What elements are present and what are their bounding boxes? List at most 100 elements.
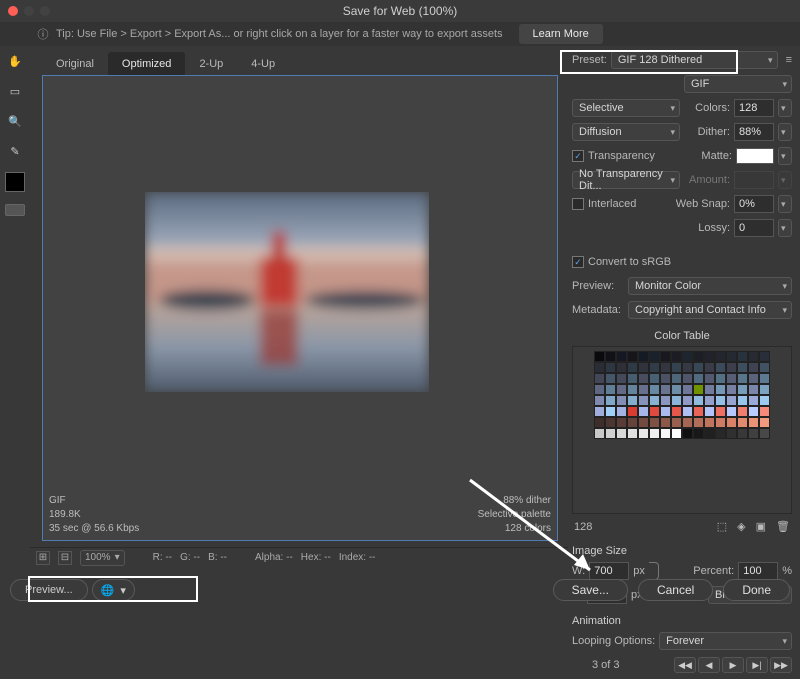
color-swatch[interactable] [638, 428, 649, 439]
color-swatch[interactable] [649, 406, 660, 417]
color-swatch[interactable] [759, 384, 770, 395]
color-swatch[interactable] [671, 428, 682, 439]
color-swatch[interactable] [704, 362, 715, 373]
color-swatch[interactable] [737, 373, 748, 384]
color-swatch[interactable] [594, 351, 605, 362]
tab-4up[interactable]: 4-Up [237, 52, 289, 76]
color-swatch[interactable] [726, 373, 737, 384]
color-swatch[interactable] [627, 373, 638, 384]
color-swatch[interactable] [693, 395, 704, 406]
color-swatch[interactable] [693, 417, 704, 428]
color-swatch[interactable] [627, 428, 638, 439]
color-swatch[interactable] [671, 362, 682, 373]
color-swatch[interactable] [748, 384, 759, 395]
color-swatch[interactable] [726, 351, 737, 362]
color-swatch[interactable] [638, 384, 649, 395]
cancel-button[interactable]: Cancel [638, 579, 713, 601]
color-swatch[interactable] [693, 384, 704, 395]
color-swatch[interactable] [737, 428, 748, 439]
color-swatch[interactable] [748, 362, 759, 373]
color-swatch[interactable] [649, 417, 660, 428]
ct-shift-icon[interactable]: ◈ [737, 520, 745, 533]
color-swatch[interactable] [649, 395, 660, 406]
color-swatch[interactable] [748, 428, 759, 439]
color-swatch[interactable] [748, 417, 759, 428]
color-swatch[interactable] [715, 373, 726, 384]
color-swatch[interactable] [737, 384, 748, 395]
color-swatch[interactable] [605, 351, 616, 362]
format-select[interactable]: GIF▾ [684, 75, 792, 93]
color-swatch[interactable] [715, 362, 726, 373]
color-swatch[interactable] [616, 417, 627, 428]
anim-play-button[interactable]: ▶ [722, 657, 744, 673]
color-swatch[interactable] [616, 395, 627, 406]
color-swatch[interactable] [759, 417, 770, 428]
color-swatch[interactable] [638, 351, 649, 362]
color-swatch[interactable] [715, 351, 726, 362]
anim-first-button[interactable]: ◀◀ [674, 657, 696, 673]
slice-visibility-toggle[interactable] [5, 204, 25, 216]
ct-trash-icon[interactable]: 🗑 [776, 520, 790, 533]
color-swatch[interactable] [627, 395, 638, 406]
color-swatch[interactable] [649, 362, 660, 373]
color-swatch[interactable] [704, 373, 715, 384]
color-swatch[interactable] [660, 395, 671, 406]
done-button[interactable]: Done [723, 579, 790, 601]
color-swatch[interactable] [649, 428, 660, 439]
tab-original[interactable]: Original [42, 52, 108, 76]
color-swatch[interactable] [682, 384, 693, 395]
color-swatch[interactable] [605, 406, 616, 417]
tab-optimized[interactable]: Optimized [108, 52, 186, 76]
color-swatch[interactable] [726, 395, 737, 406]
color-swatch[interactable] [693, 362, 704, 373]
flyout-menu-icon[interactable]: ≡ [786, 54, 792, 66]
color-swatch[interactable] [715, 395, 726, 406]
preview-profile-select[interactable]: Monitor Color▾ [628, 277, 792, 295]
zoom-tool-icon[interactable]: 🔍 [4, 110, 26, 132]
ct-map-icon[interactable]: ▣ [756, 520, 766, 533]
color-swatch[interactable] [704, 351, 715, 362]
tab-2up[interactable]: 2-Up [185, 52, 237, 76]
color-swatch[interactable] [704, 406, 715, 417]
hand-tool-icon[interactable]: ✋ [4, 50, 26, 72]
eyedropper-tool-icon[interactable]: ✎ [4, 140, 26, 162]
color-swatch[interactable] [594, 428, 605, 439]
color-swatch[interactable] [605, 362, 616, 373]
color-swatch[interactable] [726, 406, 737, 417]
color-swatch[interactable] [682, 362, 693, 373]
lossy-input[interactable]: 0 [734, 219, 774, 237]
color-swatch[interactable] [704, 428, 715, 439]
colors-input[interactable]: 128 [734, 99, 774, 117]
color-swatch[interactable] [605, 428, 616, 439]
color-swatch[interactable] [660, 384, 671, 395]
color-swatch[interactable] [726, 362, 737, 373]
color-swatch[interactable] [638, 406, 649, 417]
browser-select[interactable]: 🌐▾ [92, 579, 135, 601]
colors-stepper[interactable]: ▾ [778, 99, 792, 117]
color-swatch[interactable] [627, 417, 638, 428]
color-swatch[interactable] [627, 351, 638, 362]
color-swatch[interactable] [715, 428, 726, 439]
color-swatch[interactable] [649, 351, 660, 362]
color-swatch[interactable] [638, 362, 649, 373]
color-swatch[interactable] [594, 362, 605, 373]
color-swatch[interactable] [616, 428, 627, 439]
color-swatch[interactable] [682, 406, 693, 417]
color-swatch[interactable] [671, 384, 682, 395]
color-swatch[interactable] [594, 384, 605, 395]
color-swatch[interactable] [682, 373, 693, 384]
lossy-stepper[interactable]: ▾ [778, 219, 792, 237]
color-swatch[interactable] [671, 373, 682, 384]
color-swatch[interactable] [660, 417, 671, 428]
color-swatch[interactable] [759, 373, 770, 384]
color-swatch[interactable] [594, 395, 605, 406]
color-table[interactable] [572, 346, 792, 514]
preview-button[interactable]: Preview... [10, 579, 88, 601]
color-swatch[interactable] [605, 373, 616, 384]
color-swatch[interactable] [660, 428, 671, 439]
color-swatch[interactable] [737, 406, 748, 417]
anim-prev-button[interactable]: ◀ [698, 657, 720, 673]
color-swatch[interactable] [660, 351, 671, 362]
interlaced-checkbox[interactable] [572, 198, 584, 210]
color-swatch[interactable] [616, 406, 627, 417]
